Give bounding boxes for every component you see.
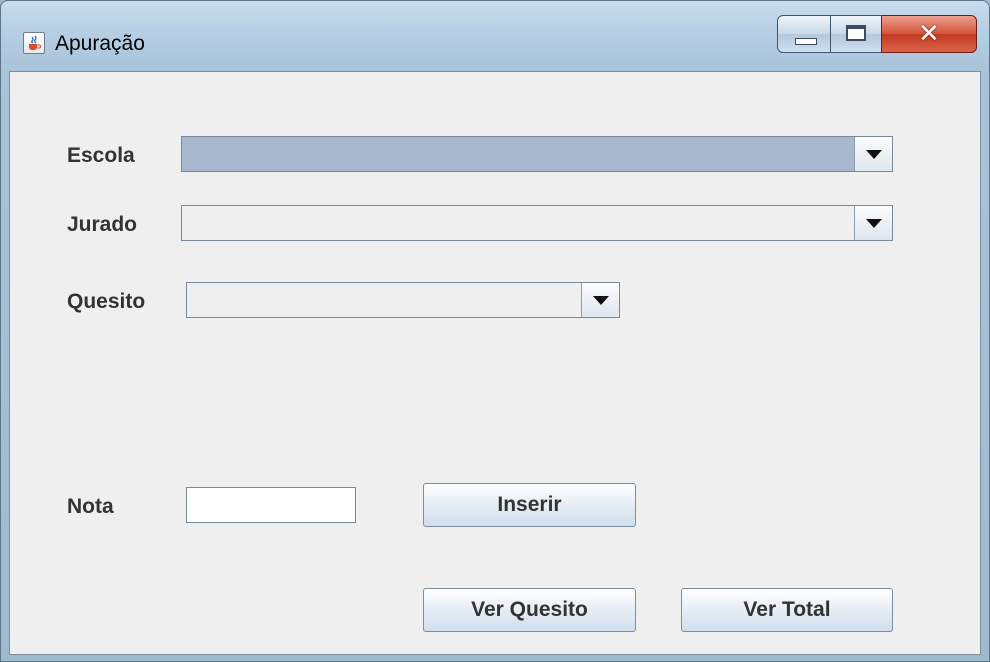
maximize-button[interactable] — [830, 15, 882, 53]
quesito-combobox[interactable] — [186, 282, 620, 318]
minimize-button[interactable] — [777, 15, 831, 53]
jurado-label: Jurado — [67, 213, 138, 236]
escola-dropdown-arrow-icon[interactable] — [854, 137, 892, 171]
quesito-dropdown-arrow-icon[interactable] — [581, 283, 619, 317]
escola-combobox[interactable] — [181, 136, 893, 172]
ver-quesito-button[interactable]: Ver Quesito — [423, 588, 636, 632]
jurado-dropdown-arrow-icon[interactable] — [854, 206, 892, 240]
close-icon: ✕ — [918, 19, 940, 49]
java-cup-icon[interactable] — [23, 32, 45, 54]
minimize-icon — [795, 38, 817, 45]
window-title: Apuração — [55, 32, 145, 55]
close-button[interactable]: ✕ — [881, 15, 977, 53]
application-window: Apuração ✕ Escola Jurado Quesito Nota In… — [0, 0, 990, 662]
maximize-icon — [846, 25, 866, 41]
nota-input[interactable] — [186, 487, 356, 523]
jurado-combobox[interactable] — [181, 205, 893, 241]
inserir-button[interactable]: Inserir — [423, 483, 636, 527]
escola-label: Escola — [67, 144, 135, 167]
quesito-label: Quesito — [67, 290, 146, 313]
form-panel: Escola Jurado Quesito Nota Inserir Ver Q… — [9, 71, 981, 655]
nota-label: Nota — [67, 495, 114, 518]
window-controls: ✕ — [777, 15, 981, 55]
title-bar[interactable]: Apuração ✕ — [1, 1, 989, 71]
ver-total-button[interactable]: Ver Total — [681, 588, 893, 632]
